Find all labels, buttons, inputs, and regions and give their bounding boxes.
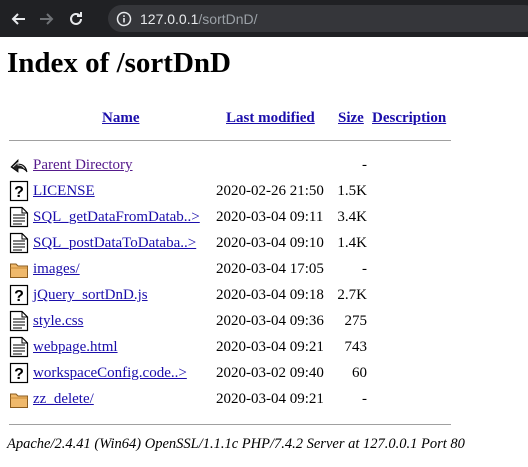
sort-by-name-link[interactable]: Name [102, 110, 140, 127]
table-row: ? LICENSE 2020-02-26 21:50 1.5K [0, 179, 528, 205]
last-modified-cell: 2020-03-04 09:36 [216, 313, 324, 329]
file-link[interactable]: jQuery_sortDnD.js [33, 287, 148, 304]
svg-text:?: ? [14, 366, 24, 383]
last-modified-cell: 2020-03-04 09:10 [216, 235, 324, 251]
table-row: SQL_getDataFromDatab..> 2020-03-04 09:11 3… [0, 205, 528, 231]
header-divider [9, 140, 451, 141]
last-modified-cell: 2020-03-04 09:11 [216, 209, 324, 225]
size-cell: 275 [344, 313, 368, 329]
size-cell: 1.5K [337, 183, 367, 199]
sort-by-last-modified-link[interactable]: Last modified [226, 110, 315, 127]
file-link[interactable]: LICENSE [33, 183, 95, 200]
table-row: images/2020-03-04 17:05 - [0, 257, 528, 283]
table-row: ? workspaceConfig.code..> 2020-03-02 09:40… [0, 361, 528, 387]
file-link[interactable]: images/ [33, 261, 80, 278]
unknown-file-icon: ? [9, 362, 29, 384]
url-path: /sortDnD/ [198, 10, 258, 27]
footer-divider [9, 424, 451, 425]
last-modified-cell: 2020-03-04 17:05 [216, 261, 324, 277]
file-link[interactable]: SQL_postDataToDataba..> [33, 235, 196, 252]
size-cell: 2.7K [337, 287, 367, 303]
unknown-file-icon: ? [9, 284, 29, 306]
back-arrow-icon[interactable] [9, 10, 27, 28]
svg-text:?: ? [14, 288, 24, 305]
text-file-icon [9, 206, 29, 228]
file-link[interactable]: zz_delete/ [33, 391, 94, 408]
unknown-file-icon: ? [9, 180, 29, 202]
text-file-icon [9, 310, 29, 332]
file-link[interactable]: webpage.html [33, 339, 118, 356]
last-modified-cell: 2020-03-04 09:21 [216, 391, 324, 407]
server-signature: Apache/2.4.41 (Win64) OpenSSL/1.1.1c PHP… [7, 436, 465, 452]
text-file-icon [9, 336, 29, 358]
page-title: Index of /sortDnD [7, 47, 231, 79]
size-cell: 60 [352, 365, 367, 381]
last-modified-cell: 2020-03-02 09:40 [216, 365, 324, 381]
last-modified-cell: 2020-02-26 21:50 [216, 183, 324, 199]
size-cell: - [362, 157, 367, 173]
text-file-icon [9, 232, 29, 254]
file-link[interactable]: SQL_getDataFromDatab..> [33, 209, 200, 226]
url-text: 127.0.0.1/sortDnD/ [140, 11, 258, 27]
size-cell: - [362, 391, 367, 407]
folder-icon [9, 258, 29, 280]
file-link[interactable]: workspaceConfig.code..> [33, 365, 187, 382]
sort-by-size-link[interactable]: Size [338, 110, 364, 127]
reload-icon[interactable] [67, 10, 85, 28]
parent-directory-row: Parent Directory - [0, 153, 528, 179]
forward-arrow-icon[interactable] [38, 10, 56, 28]
table-row: webpage.html 2020-03-04 09:21 743 [0, 335, 528, 361]
info-icon[interactable] [116, 11, 132, 27]
last-modified-cell: 2020-03-04 09:18 [216, 287, 324, 303]
size-cell: - [362, 261, 367, 277]
last-modified-cell: 2020-03-04 09:21 [216, 339, 324, 355]
parent-directory-link[interactable]: Parent Directory [33, 157, 133, 174]
back-icon [9, 154, 29, 176]
file-link[interactable]: style.css [33, 313, 83, 330]
table-row: SQL_postDataToDataba..> 2020-03-04 09:10 1… [0, 231, 528, 257]
sort-by-description-link[interactable]: Description [372, 110, 446, 127]
table-row: ? jQuery_sortDnD.js 2020-03-04 09:18 2.7K [0, 283, 528, 309]
folder-icon [9, 388, 29, 410]
size-cell: 743 [344, 339, 368, 355]
svg-text:?: ? [14, 184, 24, 201]
size-cell: 3.4K [337, 209, 367, 225]
table-row: style.css 2020-03-04 09:36 275 [0, 309, 528, 335]
address-bar[interactable]: 127.0.0.1/sortDnD/ [108, 5, 528, 32]
table-row: zz_delete/2020-03-04 09:21 - [0, 387, 528, 413]
size-cell: 1.4K [337, 235, 367, 251]
url-host: 127.0.0.1 [140, 10, 199, 27]
